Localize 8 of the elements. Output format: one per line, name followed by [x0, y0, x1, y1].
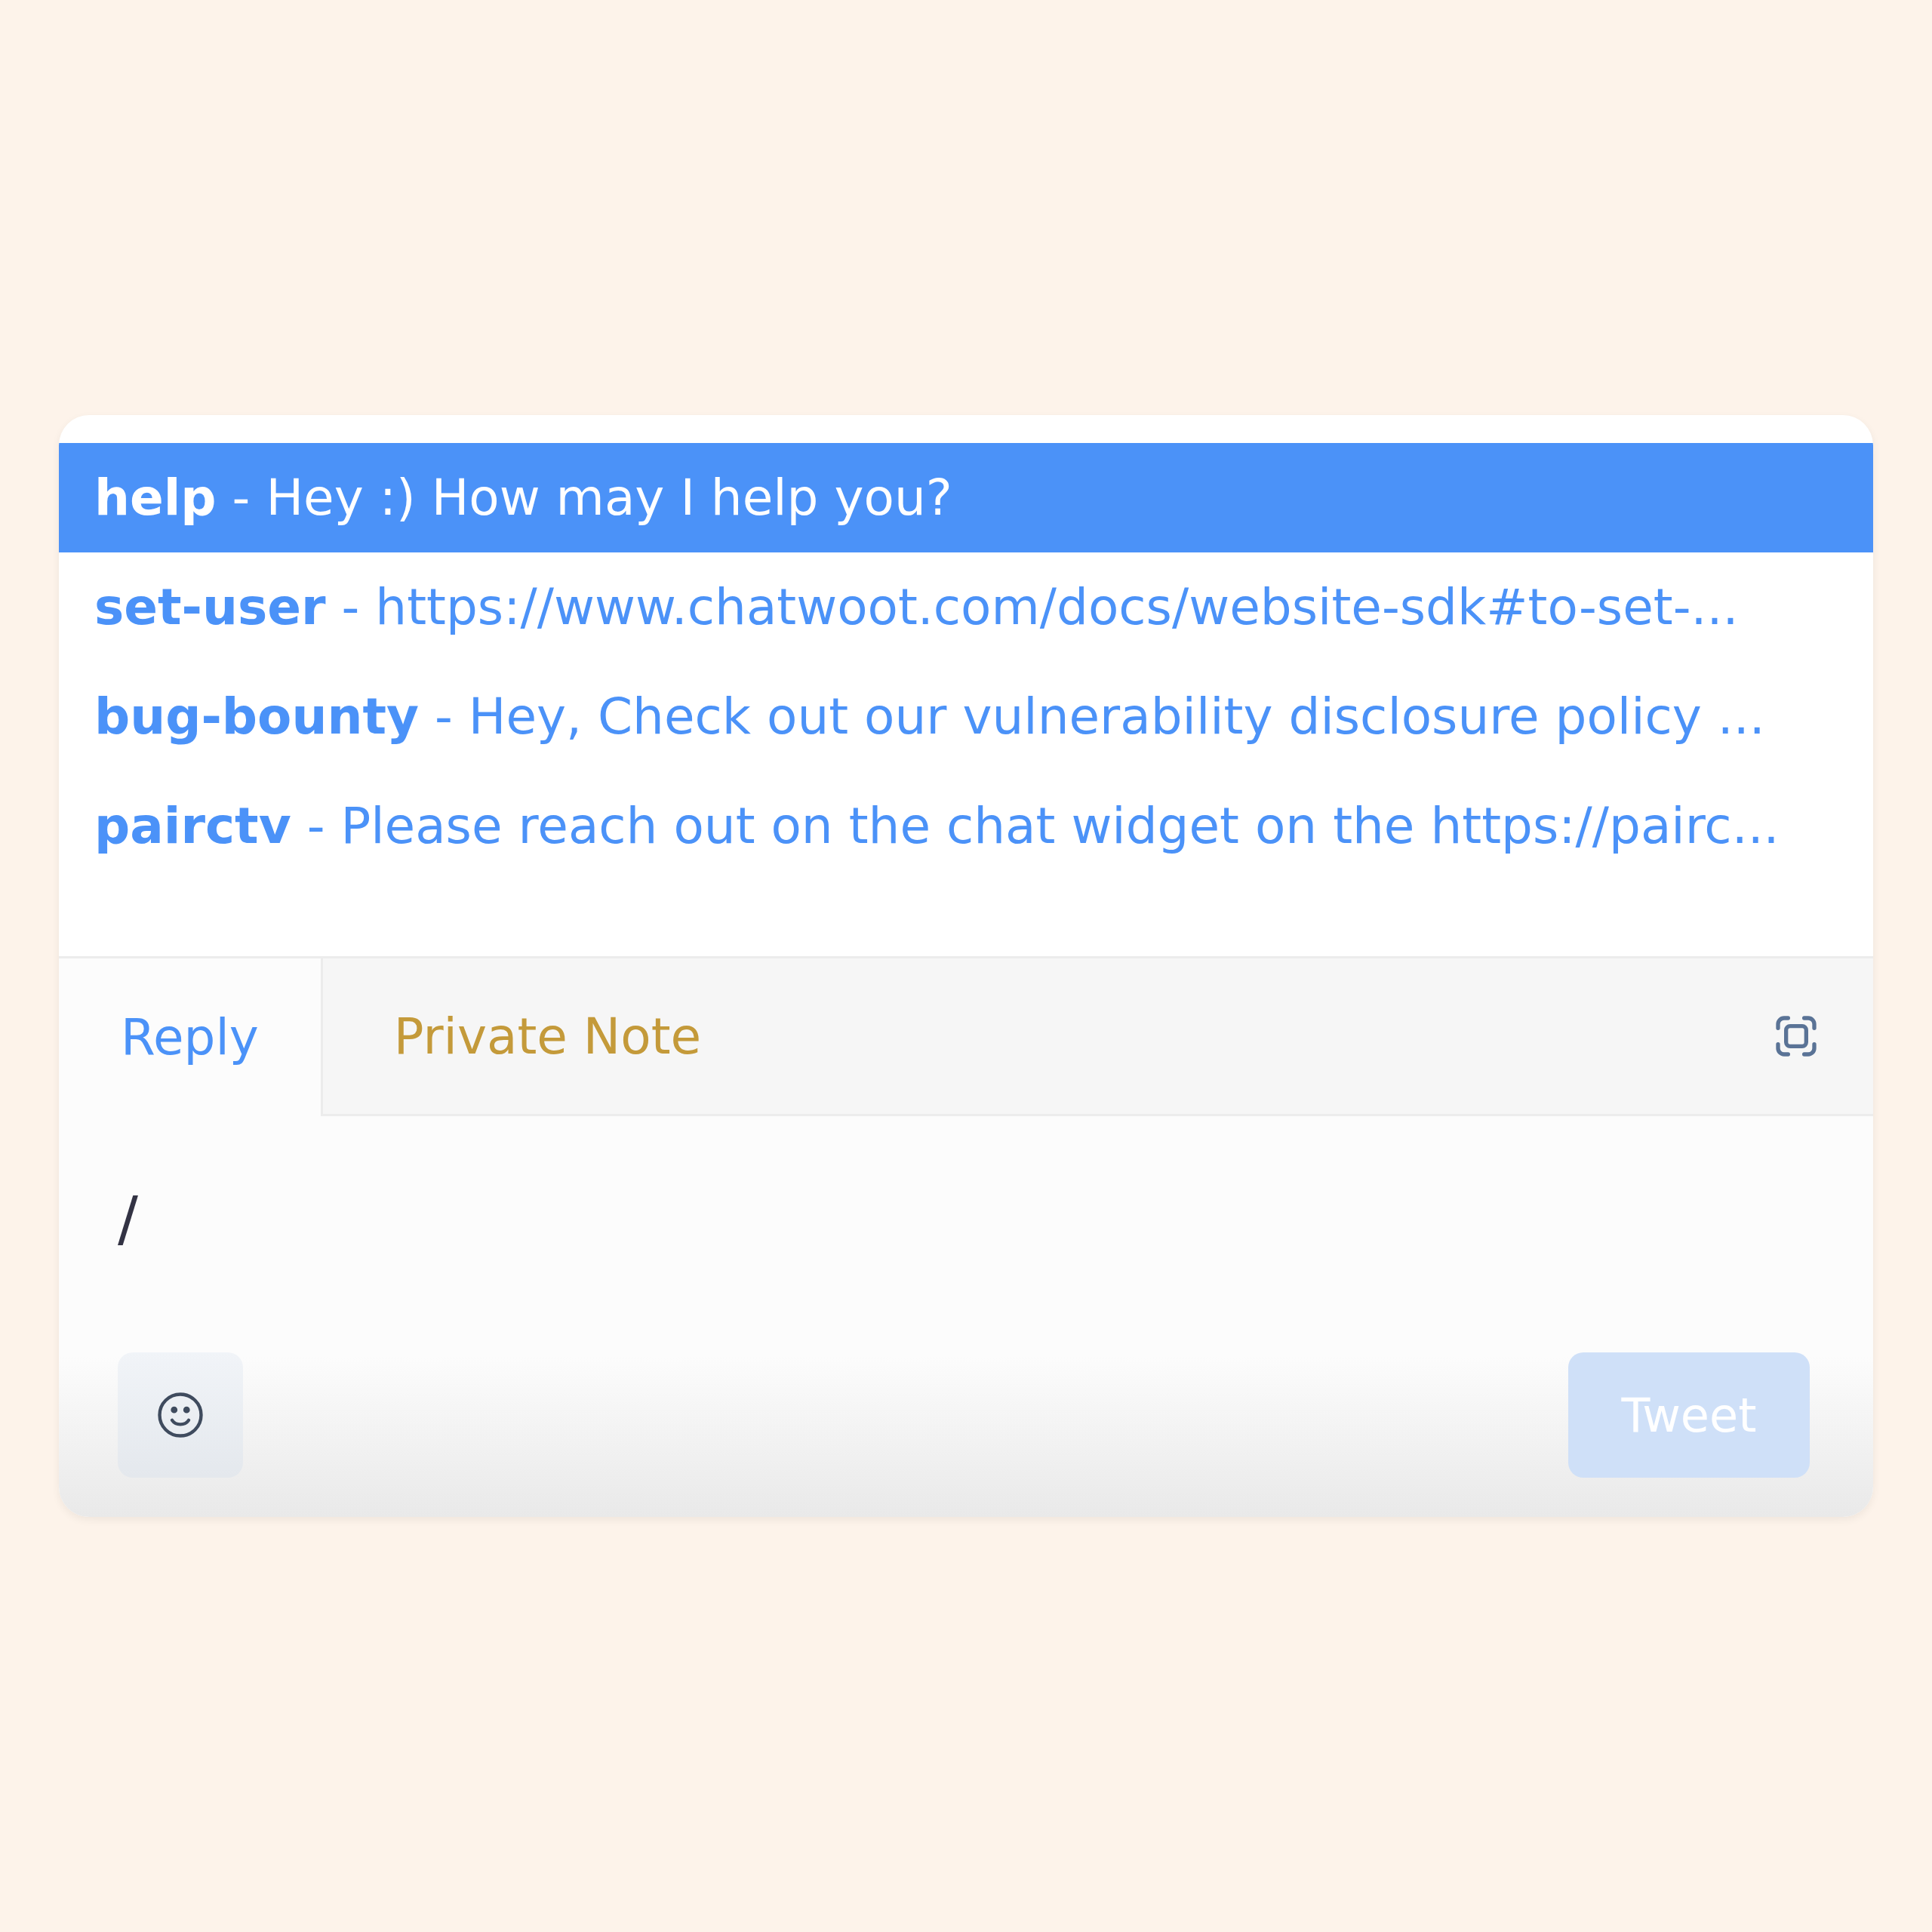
- message-input[interactable]: /: [118, 1184, 1814, 1254]
- suggestion-item[interactable]: set-user - https://www.chatwoot.com/docs/website-sdk#to-set-...: [59, 552, 1873, 662]
- emoji-button[interactable]: [118, 1352, 243, 1478]
- suggestion-item[interactable]: help - Hey :) How may I help you?: [59, 443, 1873, 552]
- suggestion-item[interactable]: pairctv - Please reach out on the chat widget on the https://pairc...: [59, 771, 1873, 881]
- reply-tab[interactable]: Reply: [59, 958, 323, 1116]
- smiley-icon: [155, 1390, 205, 1440]
- suggestion-item[interactable]: bug-bounty - Hey, Check out our vulnerability disclosure policy ...: [59, 662, 1873, 771]
